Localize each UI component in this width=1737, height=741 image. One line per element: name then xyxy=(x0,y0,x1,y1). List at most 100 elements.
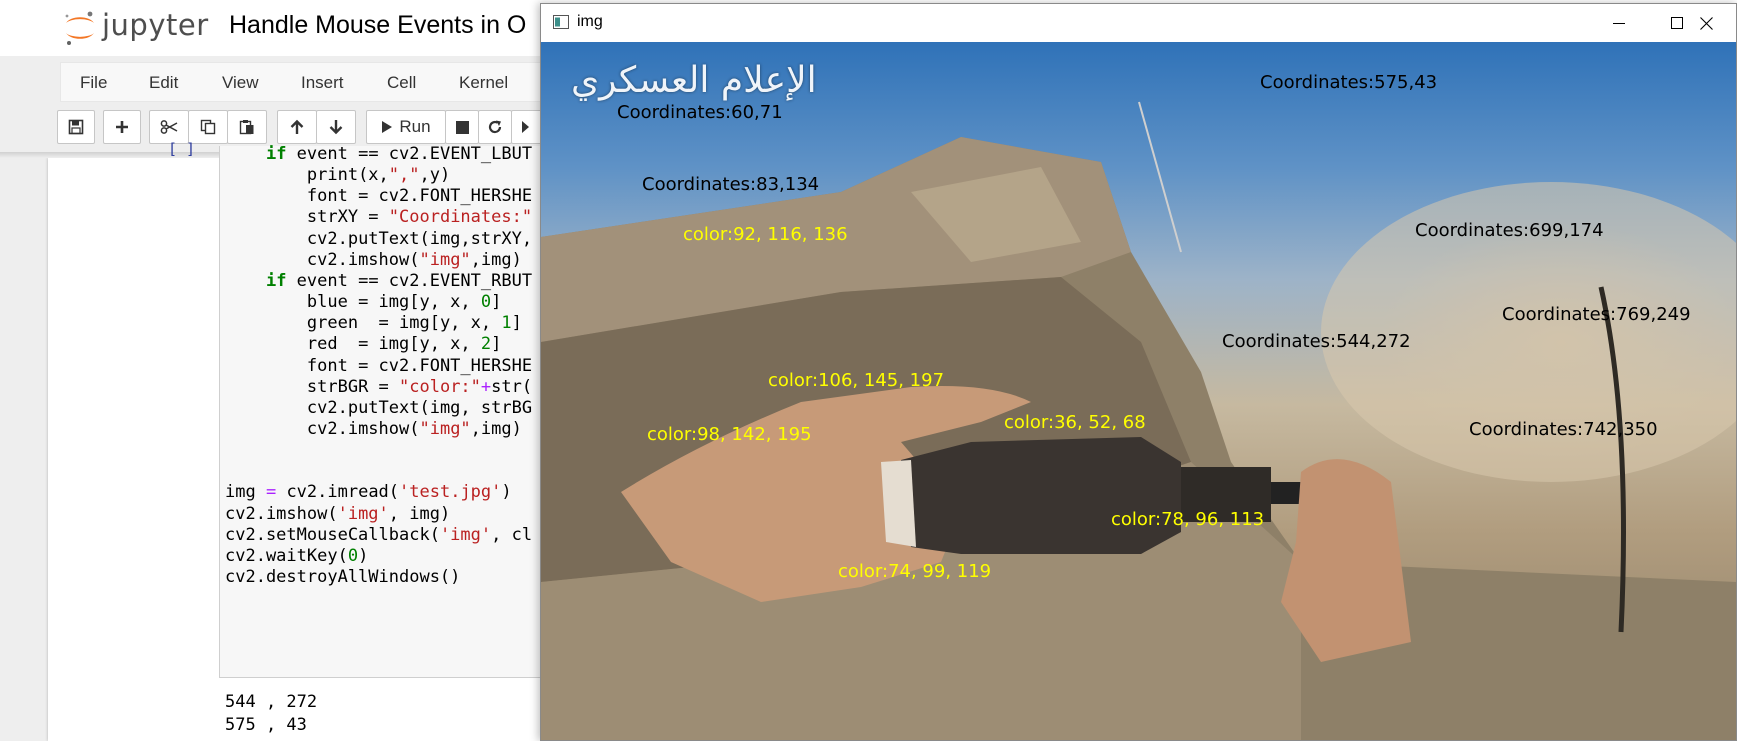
code-token: + xyxy=(480,376,492,397)
cut-button[interactable] xyxy=(149,110,189,144)
restart-icon xyxy=(488,120,502,134)
menu-cell[interactable]: Cell xyxy=(387,73,416,93)
code-string: "color:" xyxy=(399,376,481,397)
arrow-up-icon xyxy=(290,119,304,134)
code-token: ,img) xyxy=(470,418,522,439)
restart-button[interactable] xyxy=(478,110,512,144)
code-token: img xyxy=(225,482,266,503)
code-token: print(x, xyxy=(306,165,389,186)
color-label: color:106, 145, 197 xyxy=(768,370,945,391)
code-token: strBGR = xyxy=(306,376,400,397)
close-button[interactable] xyxy=(1677,4,1735,42)
scissors-icon xyxy=(160,120,178,134)
code-line: img = cv2.imread('test.jpg') xyxy=(225,481,512,504)
code-token: ] xyxy=(491,334,502,355)
photo-scene xyxy=(541,101,1736,740)
coordinate-label: Coordinates:544,272 xyxy=(1222,331,1411,352)
window-titlebar[interactable]: img xyxy=(541,4,1736,42)
menu-view[interactable]: View xyxy=(222,73,259,93)
color-label: color:74, 99, 119 xyxy=(838,561,992,582)
code-number: 0 xyxy=(480,292,492,313)
window-title: img xyxy=(577,13,603,30)
code-string: "," xyxy=(388,165,420,186)
code-line: if event == cv2.EVENT_RBUT xyxy=(225,270,532,293)
code-token: cv2.imread( xyxy=(276,482,400,503)
color-label: color:78, 96, 113 xyxy=(1111,509,1265,530)
code-token: font = cv2.FONT_HERSHE xyxy=(306,186,533,207)
coordinate-label: Coordinates:83,134 xyxy=(642,174,820,195)
channel-watermark: الإعلام العسكري xyxy=(571,60,817,101)
code-string: 'test.jpg' xyxy=(399,482,502,503)
code-token: red = img[y, x, xyxy=(306,334,481,355)
code-token: ] xyxy=(511,313,522,334)
code-token: cv2.setMouseCallback( xyxy=(225,524,440,545)
code-line: if event == cv2.EVENT_LBUT xyxy=(225,143,532,166)
move-up-button[interactable] xyxy=(277,110,317,144)
code-string: "Coordinates:" xyxy=(388,207,533,228)
code-token: event == cv2.EVENT_RBUT xyxy=(286,270,533,291)
code-keyword: if xyxy=(265,144,287,164)
code-number: 1 xyxy=(501,313,512,334)
code-token: ,y) xyxy=(419,165,451,186)
menu-insert[interactable]: Insert xyxy=(301,73,344,93)
code-token: ) xyxy=(358,545,369,566)
color-label: color:98, 142, 195 xyxy=(647,424,812,445)
notebook-title[interactable]: Handle Mouse Events in O xyxy=(229,11,526,40)
save-button[interactable] xyxy=(57,110,95,144)
copy-button[interactable] xyxy=(188,110,228,144)
code-token: str( xyxy=(491,376,533,397)
window-app-icon xyxy=(553,15,569,29)
minimize-icon xyxy=(1613,23,1625,24)
code-token: cv2.imshow( xyxy=(225,503,338,524)
insert-cell-button[interactable] xyxy=(103,110,141,144)
code-line: cv2.putText(img, strBG xyxy=(225,397,532,420)
fast-forward-icon xyxy=(522,121,529,133)
code-line: strXY = "Coordinates:" xyxy=(225,206,532,229)
jupyter-wordmark[interactable]: jupyter xyxy=(102,8,209,42)
save-icon xyxy=(68,119,84,135)
code-line: strBGR = "color:"+str( xyxy=(225,376,532,399)
code-number: 2 xyxy=(480,334,492,355)
paste-button[interactable] xyxy=(227,110,267,144)
play-icon xyxy=(382,121,393,133)
code-number: 0 xyxy=(347,545,359,566)
run-button[interactable]: Run xyxy=(366,110,446,144)
coordinate-label: Coordinates:699,174 xyxy=(1415,220,1604,241)
code-token: green = img[y, x, xyxy=(306,313,502,334)
stop-icon xyxy=(455,120,469,134)
plus-icon xyxy=(116,121,128,133)
menu-edit[interactable]: Edit xyxy=(149,73,178,93)
code-token: ) xyxy=(501,482,512,503)
code-token: cv2.waitKey( xyxy=(225,545,348,566)
interrupt-button[interactable] xyxy=(445,110,479,144)
code-line: cv2.putText(img,strXY, xyxy=(225,228,532,251)
code-string: 'img' xyxy=(439,524,492,545)
menu-kernel[interactable]: Kernel xyxy=(459,73,508,93)
code-line: green = img[y, x, 1] xyxy=(225,312,522,335)
close-icon xyxy=(1699,16,1713,30)
code-line: font = cv2.FONT_HERSHE xyxy=(225,185,532,208)
code-token: cv2.putText(img,strXY, xyxy=(306,228,533,249)
jupyter-logo-icon[interactable] xyxy=(62,9,98,47)
code-line: cv2.setMouseCallback('img', cl xyxy=(225,524,532,547)
image-window[interactable]: img الإعلام العسكري Coordinates:60,71 Co… xyxy=(540,3,1737,741)
code-string: "img" xyxy=(419,418,471,439)
coordinate-label: Coordinates:769,249 xyxy=(1502,304,1691,325)
minimize-button[interactable] xyxy=(1590,4,1648,42)
code-token: , cl xyxy=(491,524,533,545)
run-button-label: Run xyxy=(399,117,431,136)
move-down-button[interactable] xyxy=(316,110,356,144)
coordinate-label: Coordinates:60,71 xyxy=(617,102,783,123)
cell-prompt: [ ] xyxy=(168,140,196,158)
code-line: print(x,",",y) xyxy=(225,164,450,187)
code-keyword: if xyxy=(265,270,287,291)
image-canvas[interactable]: الإعلام العسكري Coordinates:60,71 Coordin… xyxy=(541,42,1736,740)
code-token: , img) xyxy=(388,503,451,524)
menu-file[interactable]: File xyxy=(80,73,107,93)
copy-icon xyxy=(200,119,216,135)
code-line: cv2.imshow("img",img) xyxy=(225,418,522,441)
coordinate-label: Coordinates:575,43 xyxy=(1260,72,1438,93)
coordinate-label: Coordinates:742,350 xyxy=(1469,419,1658,440)
code-line: font = cv2.FONT_HERSHE xyxy=(225,355,532,378)
code-token: cv2.putText(img, strBG xyxy=(306,397,533,418)
